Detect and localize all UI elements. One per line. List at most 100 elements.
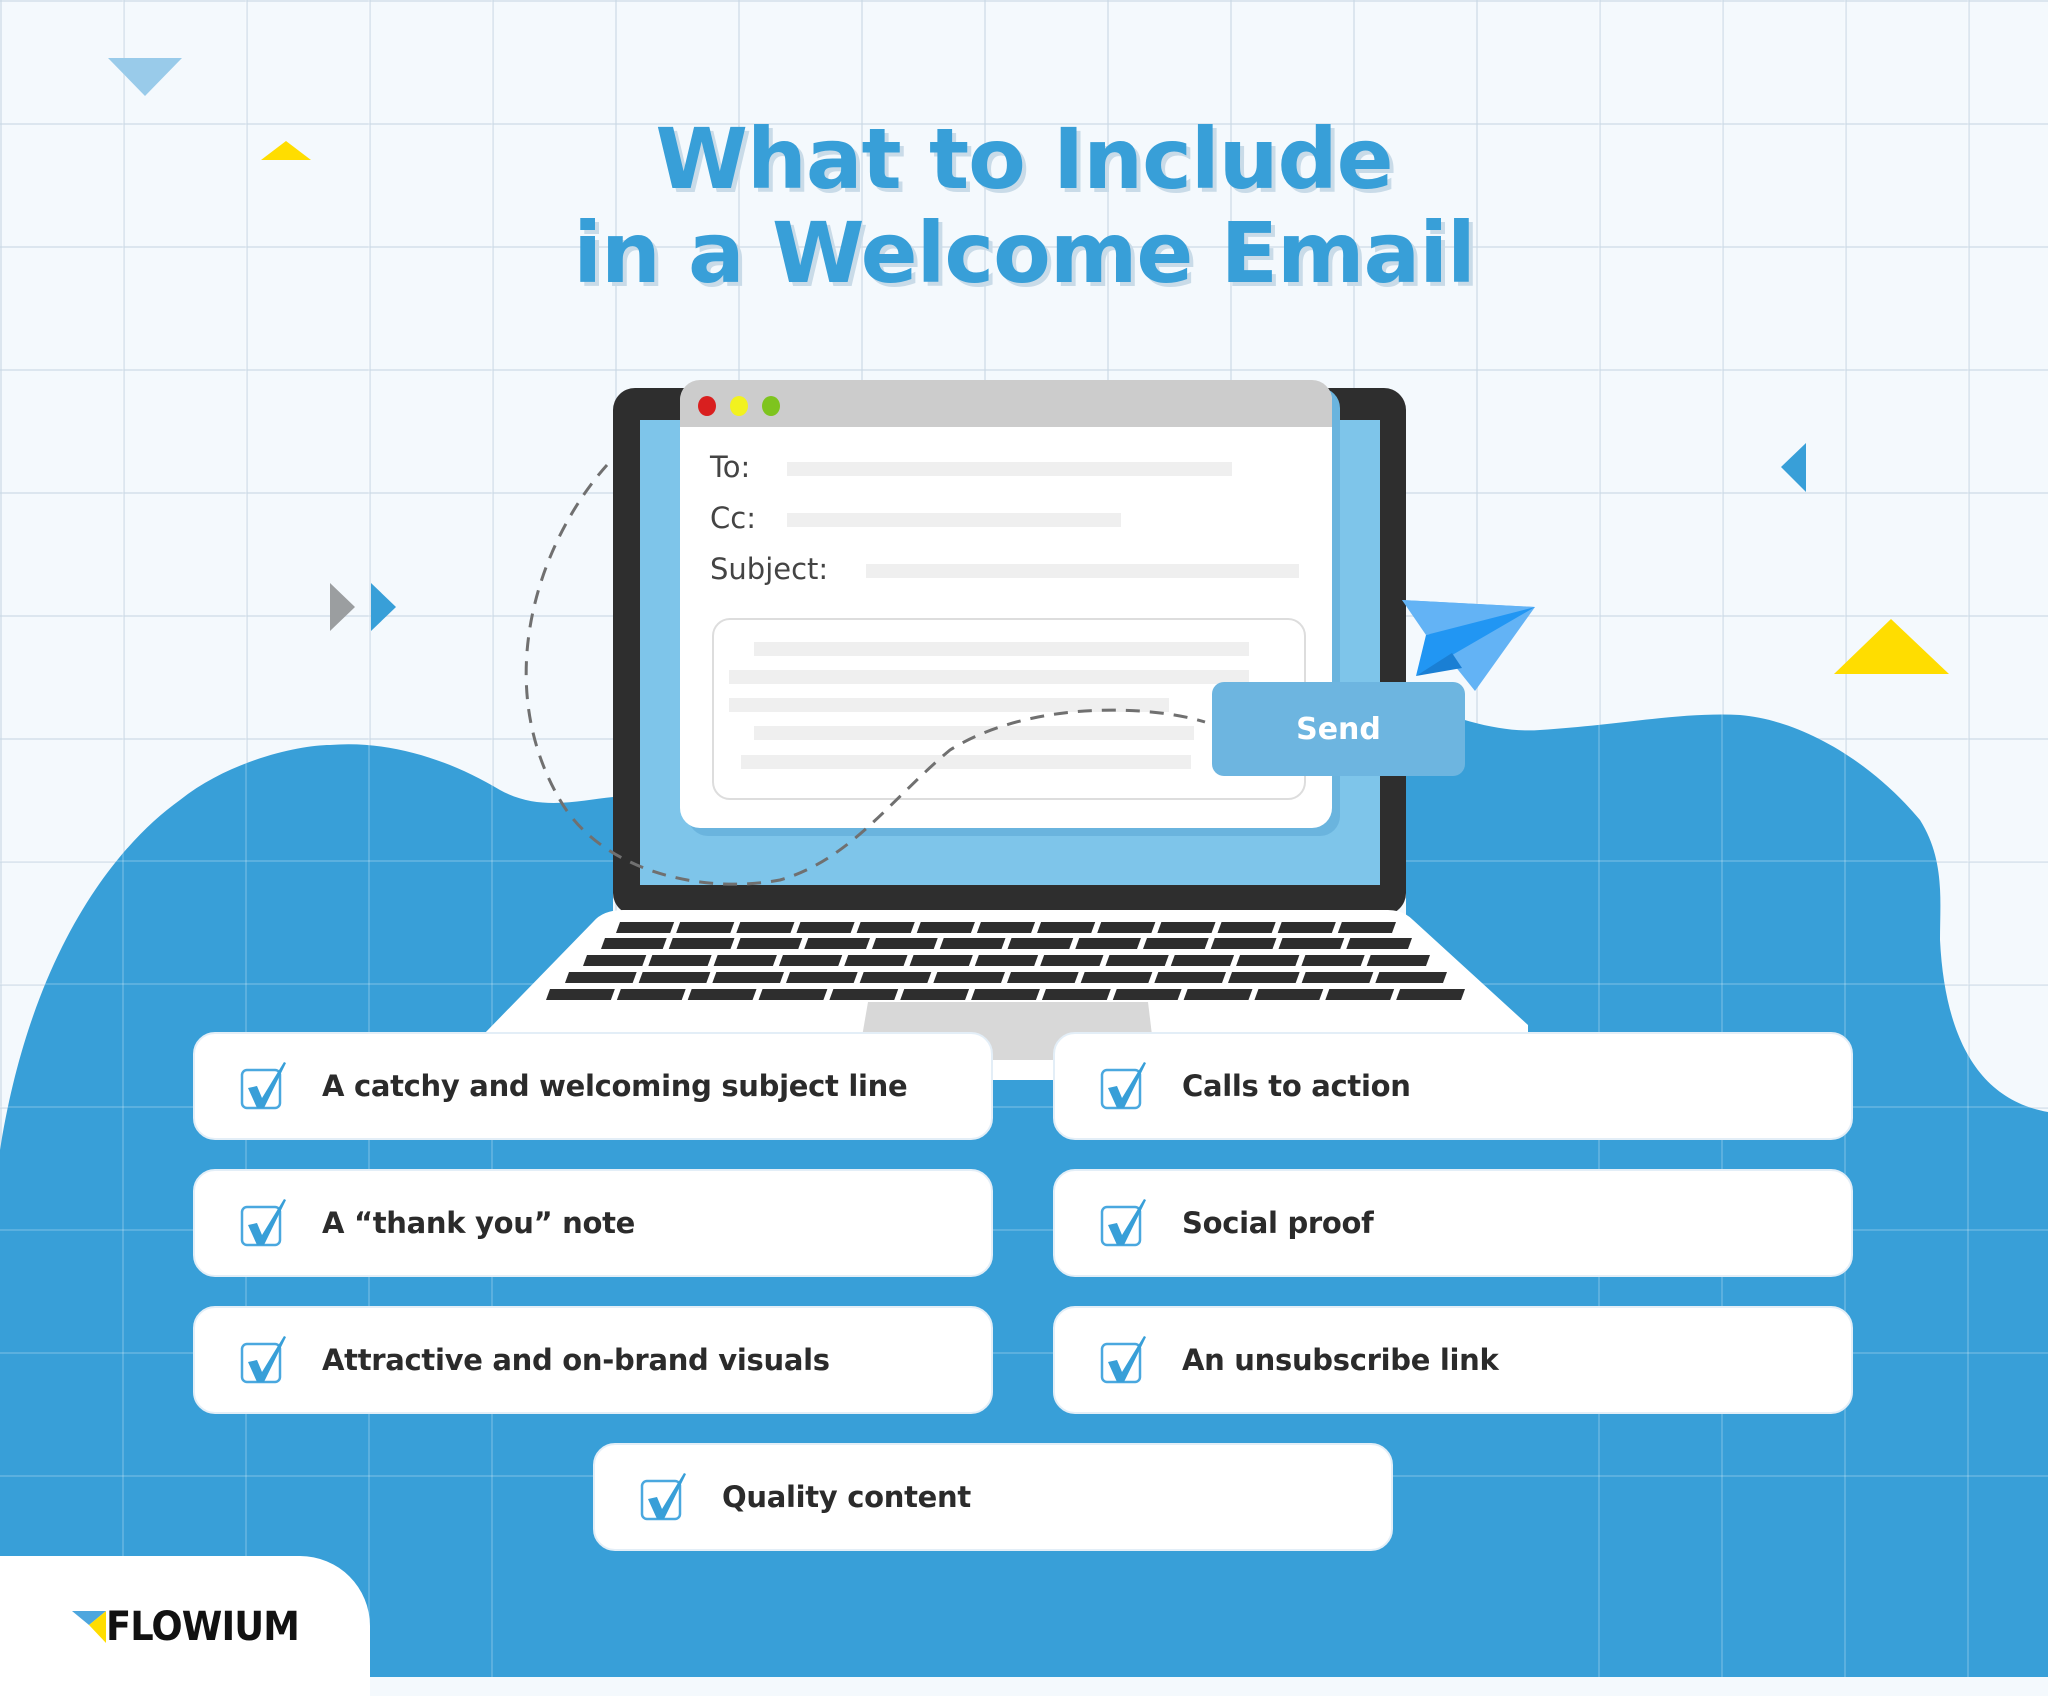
flowium-logo-icon [72,1611,106,1643]
keyboard-key [758,989,828,1000]
keyboard-key [1217,922,1276,933]
keyboard-key [1007,972,1079,983]
keyboard-key [1041,989,1111,1000]
checkbox-checked-icon[interactable] [240,1334,292,1386]
keyboard-key [1228,972,1300,983]
keyboard-key [933,972,1005,983]
keyboard-key [1337,922,1396,933]
keyboard-key [909,955,973,966]
keyboard-key [1236,955,1300,966]
checkbox-checked-icon[interactable] [1100,1060,1152,1112]
checklist-item-label: Quality content [722,1480,971,1514]
keyboard-key [1007,938,1074,949]
keyboard-key [1277,922,1336,933]
keyboard-key [859,972,932,983]
keyboard-key [1075,938,1141,949]
keyboard-key [939,938,1006,949]
keyboard-key [1080,972,1153,983]
keyboard-key [1254,989,1324,1000]
keyboard-key [616,989,686,1000]
maximize-dot-icon[interactable] [762,396,780,416]
to-field[interactable] [787,462,1232,476]
checkbox-checked-icon[interactable] [240,1060,292,1112]
keyboard-key [565,972,637,983]
checkbox-checked-icon[interactable] [640,1471,692,1523]
keyboard-key [1040,955,1104,966]
keyboard-key [736,922,795,933]
checklist-item: An unsubscribe link [1053,1306,1853,1414]
keyboard-key [687,989,757,1000]
keyboard-key [916,922,975,933]
keyboard-key [844,955,908,966]
subject-label: Subject: [710,552,829,586]
checklist-item-label: A “thank you” note [322,1206,636,1240]
brand-name: FLOWIUM [106,1604,300,1650]
keyboard-key [583,955,647,966]
checklist-item: Quality content [593,1443,1393,1551]
checklist-item: Calls to action [1053,1032,1853,1140]
keyboard-key [786,972,858,983]
keyboard-key [976,922,1036,933]
keyboard-key [668,938,735,949]
to-label: To: [710,450,751,484]
keyboard-key [713,955,777,966]
keyboard-key [856,922,915,933]
keyboard-key [1301,955,1365,966]
checklist-item-label: Calls to action [1182,1069,1411,1103]
keyboard-key [1346,938,1412,949]
keyboard-key [1154,972,1226,983]
flowium-logo[interactable]: FLOWIUM [72,1604,316,1650]
close-dot-icon[interactable] [698,396,716,416]
keyboard-key [1097,922,1156,933]
keyboard-key [900,989,970,1000]
checklist-item-label: Social proof [1182,1206,1374,1240]
subject-field[interactable] [866,564,1299,578]
keyboard-key [616,922,675,933]
keyboard-key [1170,955,1235,966]
keyboard-key [971,989,1040,1000]
cc-field[interactable] [787,513,1121,527]
checklist-item: A “thank you” note [193,1169,993,1277]
keyboard-key [1157,922,1216,933]
keyboard-key [1366,955,1430,966]
keyboard-key [648,955,712,966]
page-title: What to Include in a Welcome Email [0,112,2048,300]
checklist-item-label: A catchy and welcoming subject line [322,1069,908,1103]
window-title-bar [680,380,1332,427]
checkbox-checked-icon[interactable] [240,1197,292,1249]
keyboard-key [1037,922,1096,933]
keyboard-key [804,938,870,949]
keyboard-key [872,938,938,949]
checklist-item: A catchy and welcoming subject line [193,1032,993,1140]
keyboard-key [1375,972,1447,983]
keyboard-key [1278,938,1345,949]
keyboard-key [1112,989,1182,1000]
keyboard-key [1301,972,1374,983]
keyboard-key [1396,989,1465,1000]
keyboard-key [1105,955,1169,966]
paper-plane-icon [1402,600,1535,691]
checklist-item-label: An unsubscribe link [1182,1343,1499,1377]
keyboard-key [601,938,667,949]
minimize-dot-icon[interactable] [730,396,748,416]
keyboard-key [1325,989,1395,1000]
keyboard-key [778,955,843,966]
keyboard-key [638,972,711,983]
keyboard-key [1210,938,1277,949]
keyboard-key [546,989,615,1000]
keyboard-key [736,938,803,949]
keyboard-key [974,955,1039,966]
keyboard-key [1143,938,1209,949]
keyboard-key [676,922,735,933]
checkbox-checked-icon[interactable] [1100,1197,1152,1249]
keyboard-key [1183,989,1253,1000]
checkbox-checked-icon[interactable] [1100,1334,1152,1386]
cc-label: Cc: [710,501,756,535]
keyboard-key [829,989,899,1000]
checklist-item: Attractive and on-brand visuals [193,1306,993,1414]
checklist-item: Social proof [1053,1169,1853,1277]
keyboard-key [712,972,784,983]
title-line-2: in a Welcome Email [573,204,1476,302]
checklist-item-label: Attractive and on-brand visuals [322,1343,830,1377]
keyboard-key [796,922,855,933]
